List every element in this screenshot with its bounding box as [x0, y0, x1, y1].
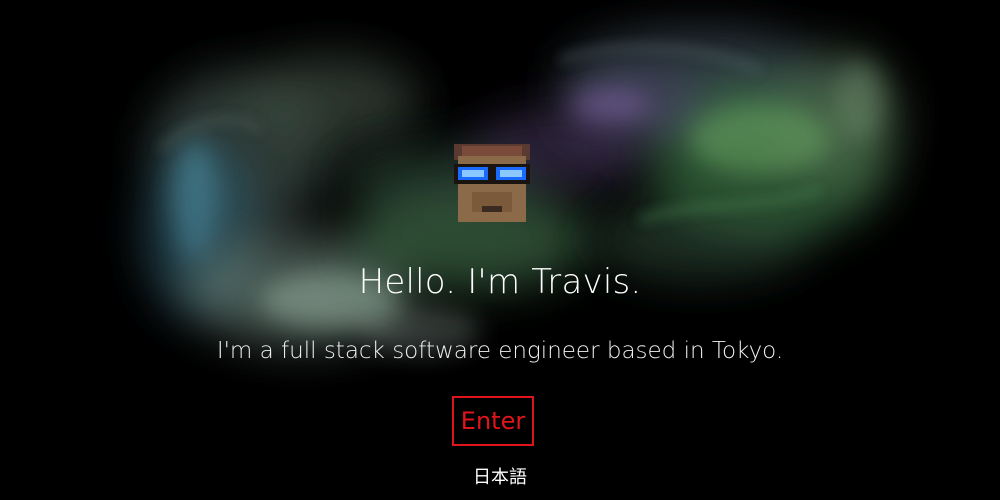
avatar-icon: [454, 144, 530, 222]
language-link-japanese[interactable]: 日本語: [473, 467, 527, 488]
tagline: I'm a full stack software engineer based…: [216, 338, 784, 364]
page-title: Hello. I'm Travis.: [358, 262, 642, 302]
enter-button[interactable]: Enter: [452, 396, 534, 446]
language-switch: 日本語: [0, 463, 1000, 489]
landing-page: Hello. I'm Travis. I'm a full stack soft…: [0, 0, 1000, 500]
